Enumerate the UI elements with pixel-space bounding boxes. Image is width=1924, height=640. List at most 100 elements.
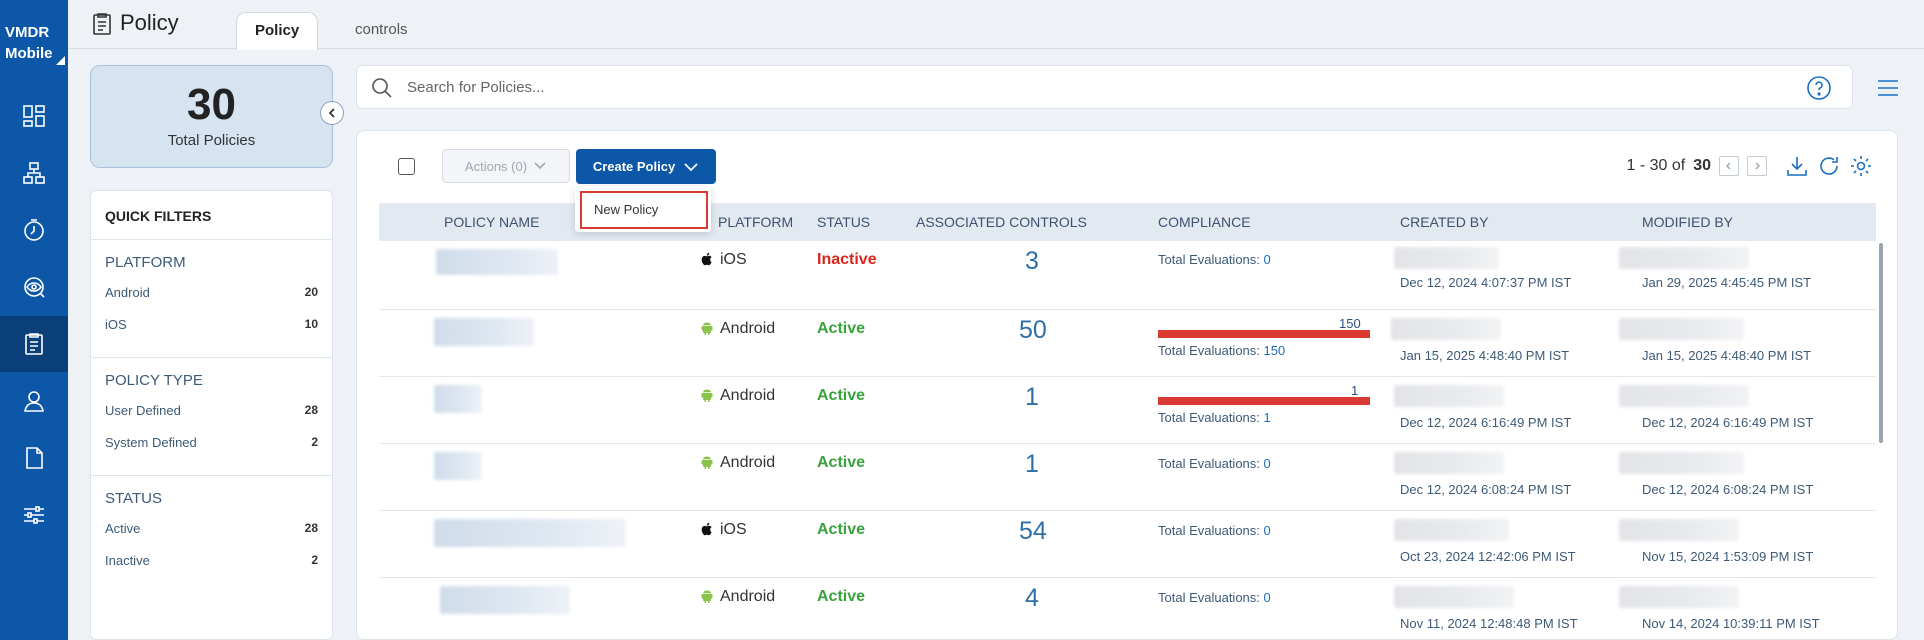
filter-count: 20	[304, 285, 318, 299]
sliders-icon	[24, 506, 44, 524]
actions-button[interactable]: Actions (0)	[442, 149, 570, 183]
android-icon	[701, 456, 713, 469]
total-policies-label: Total Policies	[167, 132, 256, 149]
policy-name-redacted	[434, 519, 626, 547]
controls-count[interactable]: 54	[1019, 517, 1047, 546]
policy-name-redacted	[440, 586, 570, 614]
column-status[interactable]: STATUS	[817, 203, 870, 241]
compliance-bar[interactable]	[1158, 397, 1370, 405]
prev-page-button[interactable]	[1719, 156, 1739, 176]
compliance-bar-value: 150	[1339, 316, 1361, 331]
creator-redacted	[1394, 385, 1504, 407]
table-row[interactable]: iOS Active 54 Total Evaluations: 0 Oct 2…	[379, 511, 1876, 578]
filter-user-defined[interactable]: User Defined 28	[105, 403, 318, 418]
pagination: 1 - 30 of 30	[1627, 149, 1874, 183]
nav-hierarchy[interactable]	[0, 145, 68, 201]
modified-date: Dec 12, 2024 6:08:24 PM IST	[1642, 482, 1814, 497]
tab-policy[interactable]: Policy	[236, 12, 319, 50]
platform-text: iOS	[720, 521, 747, 538]
controls-count[interactable]: 3	[1025, 247, 1039, 276]
creator-redacted	[1394, 519, 1509, 541]
search-bar	[356, 65, 1853, 109]
modified-date: Nov 14, 2024 10:39:11 PM IST	[1642, 616, 1820, 631]
total-evaluations: Total Evaluations: 1	[1158, 410, 1271, 425]
actions-label: Actions (0)	[464, 158, 528, 174]
creator-redacted	[1394, 452, 1504, 474]
collapse-panel-button[interactable]	[320, 101, 344, 125]
create-policy-button[interactable]: Create Policy	[576, 149, 716, 184]
table-row[interactable]: Android Active 1 1 Total Evaluations: 1 …	[379, 377, 1876, 444]
help-icon[interactable]	[1806, 75, 1832, 101]
modifier-redacted	[1619, 318, 1744, 340]
table-scrollbar[interactable]	[1879, 243, 1883, 443]
table-row[interactable]: iOS Inactive 3 Total Evaluations: 0 Dec …	[379, 243, 1876, 310]
filter-system-defined[interactable]: System Defined 2	[105, 435, 318, 450]
controls-count[interactable]: 4	[1025, 584, 1039, 613]
table-row[interactable]: Android Active 4 Total Evaluations: 0 No…	[379, 578, 1876, 639]
platform-text: Android	[720, 588, 776, 605]
nav-settings[interactable]	[0, 487, 68, 543]
column-compliance[interactable]: COMPLIANCE	[1158, 203, 1251, 241]
status-badge: Active	[817, 454, 866, 471]
controls-count[interactable]: 1	[1025, 383, 1039, 412]
filter-ios[interactable]: iOS 10	[105, 317, 318, 332]
policy-name-redacted	[434, 385, 482, 413]
search-icon	[372, 78, 392, 98]
total-evaluations: Total Evaluations: 0	[1158, 590, 1271, 605]
total-evaluations: Total Evaluations: 0	[1158, 523, 1271, 538]
nav-file[interactable]	[0, 430, 68, 486]
nav-eye-target[interactable]	[0, 259, 68, 315]
filter-group-status: STATUS Active 28 Inactive 2	[91, 476, 332, 593]
eval-count: 1	[1263, 410, 1271, 425]
page-title: Policy	[120, 10, 179, 35]
user-icon	[24, 391, 44, 412]
column-modified-by[interactable]: MODIFIED BY	[1642, 203, 1733, 241]
next-page-button[interactable]	[1747, 156, 1767, 176]
nav-policy[interactable]	[0, 316, 68, 372]
eval-label: Total Evaluations:	[1158, 523, 1260, 538]
eval-count: 0	[1263, 456, 1271, 471]
quick-filters-title: QUICK FILTERS	[91, 191, 332, 240]
nav-dashboard[interactable]	[0, 88, 68, 144]
controls-count[interactable]: 50	[1019, 316, 1047, 345]
created-date: Dec 12, 2024 4:07:37 PM IST	[1400, 275, 1572, 290]
refresh-icon[interactable]	[1817, 154, 1841, 178]
menu-item-new-policy[interactable]: New Policy	[580, 191, 708, 229]
modified-date: Jan 15, 2025 4:48:40 PM IST	[1642, 348, 1812, 363]
chevron-left-icon	[328, 108, 335, 118]
gear-icon[interactable]	[1849, 154, 1873, 178]
table-row[interactable]: Android Active 50 150 Total Evaluations:…	[379, 310, 1876, 377]
column-policy-name[interactable]: POLICY NAME	[444, 203, 539, 241]
filter-group-title: POLICY TYPE	[105, 372, 203, 389]
policy-name-redacted	[434, 452, 482, 480]
column-platform[interactable]: PLATFORM	[718, 203, 793, 241]
created-date: Dec 12, 2024 6:08:24 PM IST	[1400, 482, 1572, 497]
pager-range: 1 - 30 of	[1626, 157, 1686, 174]
creator-redacted	[1394, 586, 1514, 608]
chevron-left-icon	[1726, 162, 1731, 170]
filter-android[interactable]: Android 20	[105, 285, 318, 300]
nav-timer[interactable]	[0, 202, 68, 258]
chevron-right-icon	[1755, 162, 1760, 170]
hamburger-menu-icon[interactable]	[1876, 78, 1900, 98]
compliance-bar[interactable]	[1158, 330, 1370, 338]
app-brand[interactable]: VMDR Mobile	[0, 0, 68, 70]
eval-label: Total Evaluations:	[1158, 343, 1260, 358]
column-created-by[interactable]: CREATED BY	[1400, 203, 1488, 241]
filter-inactive[interactable]: Inactive 2	[105, 553, 318, 568]
modifier-redacted	[1619, 385, 1749, 407]
status-badge: Active	[817, 521, 866, 538]
download-icon[interactable]	[1785, 154, 1809, 178]
table-row[interactable]: Android Active 1 Total Evaluations: 0 De…	[379, 444, 1876, 511]
created-date: Dec 12, 2024 6:16:49 PM IST	[1400, 415, 1572, 430]
nav-user[interactable]	[0, 373, 68, 429]
controls-count[interactable]: 1	[1025, 450, 1039, 479]
android-icon	[701, 389, 713, 402]
select-all-checkbox[interactable]	[398, 158, 415, 175]
search-input[interactable]	[407, 66, 1707, 108]
chevron-down-icon	[534, 162, 546, 170]
total-evaluations: Total Evaluations: 0	[1158, 456, 1271, 471]
column-associated-controls[interactable]: ASSOCIATED CONTROLS	[916, 203, 1087, 241]
filter-active[interactable]: Active 28	[105, 521, 318, 536]
tab-controls[interactable]: controls	[337, 12, 426, 50]
